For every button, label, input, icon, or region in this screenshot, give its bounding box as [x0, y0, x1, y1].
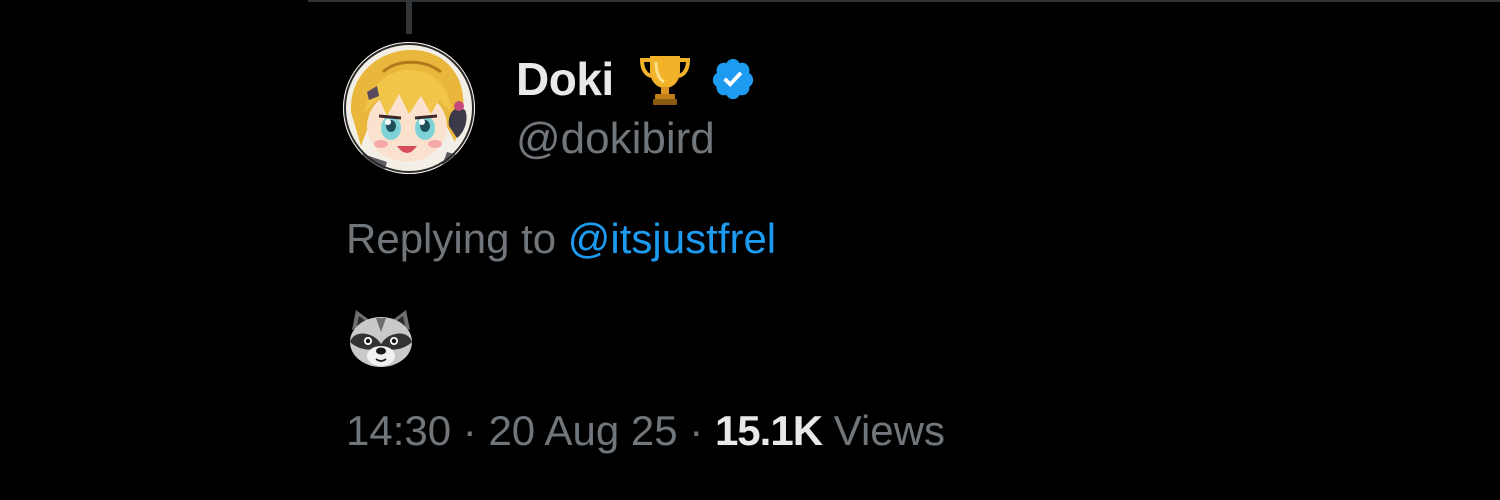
meta-separator: ·: [677, 407, 715, 454]
thread-connector-line: [406, 0, 412, 34]
avatar-illustration: [343, 42, 475, 174]
tweet-text: [346, 308, 416, 370]
trophy-icon: [639, 52, 691, 106]
tweet-date[interactable]: 20 Aug 25: [488, 407, 677, 454]
tweet-meta: 14:30 · 20 Aug 25 · 15.1K Views: [346, 404, 945, 458]
raccoon-icon: [350, 310, 412, 367]
tweet-time[interactable]: 14:30: [346, 407, 451, 454]
views-count[interactable]: 15.1K: [715, 407, 823, 454]
meta-separator: ·: [451, 407, 489, 454]
top-divider: [308, 0, 1500, 2]
verified-badge-icon[interactable]: [710, 56, 756, 102]
reply-mention-link[interactable]: @itsjustfrel: [568, 215, 776, 262]
display-name[interactable]: Doki: [516, 52, 614, 106]
replying-to-line: Replying to @itsjustfrel: [346, 212, 776, 266]
replying-to-label: Replying to: [346, 215, 568, 262]
views-label: Views: [822, 407, 945, 454]
avatar[interactable]: [343, 42, 475, 174]
user-handle[interactable]: @dokibird: [516, 112, 715, 166]
